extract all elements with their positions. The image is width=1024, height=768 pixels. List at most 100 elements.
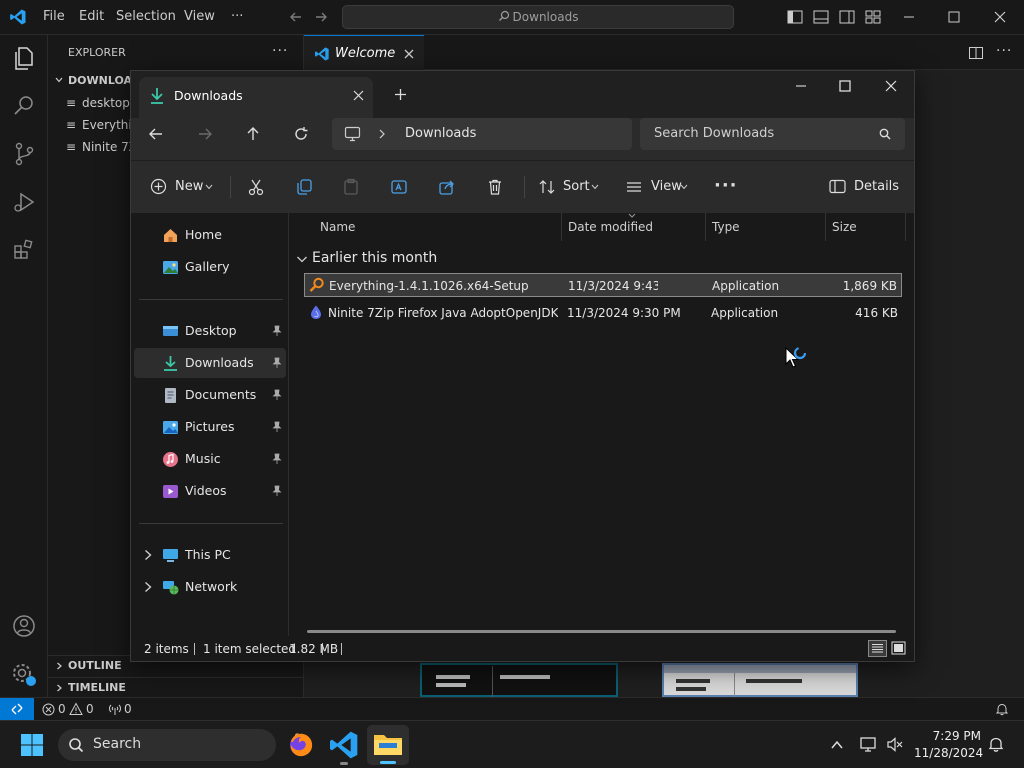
large-icons-view-icon[interactable]	[891, 641, 906, 655]
nav-desktop[interactable]: Desktop	[134, 316, 286, 346]
file-row[interactable]: Everything-1.4.1.1026.x64-Setup 11/3/202…	[304, 273, 902, 297]
timeline-section[interactable]: TIMELINE	[68, 681, 126, 694]
sort-button[interactable]: Sort	[533, 171, 607, 203]
column-separator[interactable]	[705, 213, 706, 241]
new-tab-plus-icon[interactable]	[394, 88, 407, 101]
accounts-icon[interactable]	[10, 612, 38, 640]
pin-icon[interactable]	[271, 421, 283, 433]
column-header-name[interactable]: Name	[320, 213, 355, 241]
minimize-icon[interactable]	[794, 79, 808, 93]
split-editor-icon[interactable]	[968, 45, 984, 61]
search-box[interactable]: Search Downloads	[640, 118, 905, 150]
nav-documents[interactable]: Documents	[134, 380, 286, 410]
pin-icon[interactable]	[271, 325, 283, 337]
horizontal-scrollbar[interactable]	[307, 630, 896, 633]
pin-icon[interactable]	[271, 389, 283, 401]
nav-home[interactable]: Home	[134, 220, 286, 250]
forward-arrow-icon[interactable]	[312, 8, 330, 26]
column-separator[interactable]	[825, 213, 826, 241]
menu-edit[interactable]: Edit	[79, 9, 104, 24]
minimize-icon[interactable]	[900, 8, 918, 26]
nav-pictures[interactable]: Pictures	[134, 412, 286, 442]
column-header-size[interactable]: Size	[832, 213, 857, 241]
toggle-panel-icon[interactable]	[812, 8, 830, 26]
run-debug-icon[interactable]	[10, 188, 38, 216]
nav-gallery[interactable]: Gallery	[134, 252, 286, 282]
maximize-icon[interactable]	[838, 79, 852, 93]
menu-selection[interactable]: Selection	[116, 9, 176, 24]
share-icon[interactable]	[438, 178, 456, 196]
outline-section[interactable]: OUTLINE	[68, 659, 122, 672]
chevron-right-icon[interactable]	[142, 580, 154, 594]
close-icon[interactable]	[884, 79, 898, 93]
clock-time[interactable]: 7:29 PM	[921, 729, 981, 743]
menu-more[interactable]: ···	[231, 9, 243, 24]
nav-network[interactable]: Network	[134, 572, 286, 602]
address-bar[interactable]: Downloads	[332, 118, 632, 150]
sidebar-file[interactable]: desktop.	[82, 96, 132, 110]
up-arrow-icon[interactable]	[245, 126, 261, 142]
explorer-files-icon[interactable]	[10, 44, 38, 72]
explorer-tab[interactable]: Downloads	[139, 77, 373, 118]
copy-icon[interactable]	[295, 178, 313, 196]
delete-trash-icon[interactable]	[486, 178, 504, 196]
command-center[interactable]: Downloads	[342, 5, 734, 29]
back-arrow-icon[interactable]	[148, 126, 164, 142]
breadcrumb-downloads[interactable]: Downloads	[405, 126, 476, 141]
search-icon[interactable]	[10, 92, 38, 120]
extensions-icon[interactable]	[10, 236, 38, 264]
nav-downloads[interactable]: Downloads	[134, 348, 286, 378]
details-button[interactable]: Details	[821, 171, 901, 203]
nav-this-pc[interactable]: This PC	[134, 540, 286, 570]
back-arrow-icon[interactable]	[287, 8, 305, 26]
pin-icon[interactable]	[271, 357, 283, 369]
editor-more-icon[interactable]: ···	[996, 43, 1012, 59]
pin-icon[interactable]	[271, 453, 283, 465]
sidebar-file[interactable]: Everythi	[82, 118, 132, 132]
column-header-type[interactable]: Type	[712, 213, 740, 241]
close-tab-icon[interactable]	[353, 90, 364, 101]
windows-start-icon[interactable]	[20, 733, 44, 757]
manage-gear-icon[interactable]	[10, 660, 38, 688]
clock-date[interactable]: 11/28/2024	[914, 746, 983, 760]
file-row[interactable]: Ninite 7Zip Firefox Java AdoptOpenJDK x.…	[304, 301, 902, 325]
window-thumbnail[interactable]	[420, 663, 618, 700]
column-header-date[interactable]: Date modified	[568, 213, 653, 241]
menu-file[interactable]: File	[43, 9, 65, 24]
notifications-bell-icon[interactable]	[988, 736, 1004, 753]
speaker-muted-icon[interactable]	[886, 736, 904, 753]
chevron-up-icon[interactable]	[830, 738, 844, 752]
details-view-toggle[interactable]	[868, 640, 887, 657]
taskbar-file-explorer[interactable]	[367, 725, 409, 765]
view-button[interactable]: View	[621, 171, 695, 203]
toggle-primary-sidebar-icon[interactable]	[786, 8, 804, 26]
refresh-icon[interactable]	[293, 126, 309, 142]
network-monitor-icon[interactable]	[860, 736, 878, 753]
window-thumbnail[interactable]	[662, 663, 858, 699]
customize-layout-icon[interactable]	[864, 8, 882, 26]
nav-videos[interactable]: Videos	[134, 476, 286, 506]
toggle-secondary-sidebar-icon[interactable]	[838, 8, 856, 26]
close-icon[interactable]	[991, 8, 1009, 26]
ports-count[interactable]: 0	[124, 702, 132, 716]
tab-welcome[interactable]: Welcome	[304, 35, 424, 70]
forward-arrow-icon[interactable]	[197, 126, 213, 142]
error-count[interactable]: 0	[58, 702, 66, 716]
notifications-bell-icon[interactable]	[995, 702, 1009, 716]
taskbar-vscode[interactable]	[328, 729, 360, 765]
column-separator[interactable]	[905, 213, 906, 241]
maximize-icon[interactable]	[945, 8, 963, 26]
sidebar-more-icon[interactable]: ···	[272, 43, 288, 59]
chevron-right-icon[interactable]	[142, 548, 154, 562]
close-icon[interactable]	[403, 48, 415, 60]
source-control-icon[interactable]	[10, 140, 38, 168]
nav-music[interactable]: Music	[134, 444, 286, 474]
warning-count[interactable]: 0	[86, 702, 94, 716]
pin-icon[interactable]	[271, 485, 283, 497]
paste-clipboard-icon[interactable]	[342, 178, 360, 196]
rename-icon[interactable]	[390, 178, 408, 196]
taskbar-firefox[interactable]	[285, 729, 317, 761]
sidebar-file[interactable]: Ninite 7Z	[82, 140, 132, 154]
new-button[interactable]: New	[143, 171, 215, 203]
more-options-icon[interactable]: ···	[714, 175, 738, 196]
